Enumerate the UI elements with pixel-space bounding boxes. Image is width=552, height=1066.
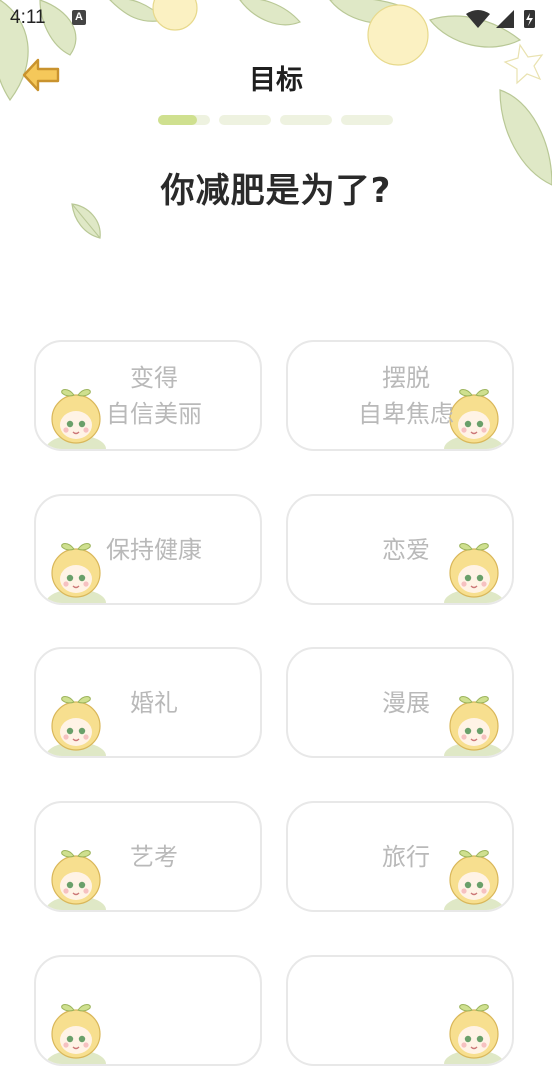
option-label: 婚礼 <box>130 688 178 717</box>
option-card[interactable]: 摆脱 自卑焦虑 <box>286 340 514 451</box>
option-card[interactable]: 婚礼 <box>34 647 262 758</box>
option-label <box>36 957 260 1064</box>
option-label <box>288 957 512 1064</box>
option-label: 恋爱 <box>382 535 430 564</box>
option-label: 漫展 <box>382 688 430 717</box>
option-label: 保持健康 <box>106 535 202 564</box>
option-card[interactable]: 保持健康 <box>34 494 262 605</box>
signal-icon <box>496 10 514 28</box>
status-time: 4:11 <box>10 7 46 28</box>
option-card[interactable]: 艺考 <box>34 801 262 912</box>
status-icons <box>464 8 540 34</box>
option-card[interactable]: 旅行 <box>286 801 514 912</box>
status-bar: 4:11 A <box>0 0 552 38</box>
progress-segment <box>158 115 210 125</box>
option-label: 旅行 <box>382 842 430 871</box>
progress-segment <box>219 115 271 125</box>
progress-segment-fill <box>158 115 197 125</box>
question-heading: 你减肥是为了? <box>160 171 392 211</box>
option-card[interactable] <box>34 955 262 1066</box>
progress-segment <box>280 115 332 125</box>
option-card[interactable]: 变得 自信美丽 <box>34 340 262 451</box>
wifi-icon <box>466 10 490 28</box>
option-label: 摆脱 自卑焦虑 <box>358 363 454 428</box>
progress-segment <box>341 115 393 125</box>
option-label: 变得 自信美丽 <box>106 363 202 428</box>
option-card[interactable]: 恋爱 <box>286 494 514 605</box>
a-notification-icon: A <box>72 10 86 25</box>
option-card[interactable]: 漫展 <box>286 647 514 758</box>
page-title: 目标 <box>249 65 303 96</box>
option-label: 艺考 <box>130 842 178 871</box>
option-card[interactable] <box>286 955 514 1066</box>
